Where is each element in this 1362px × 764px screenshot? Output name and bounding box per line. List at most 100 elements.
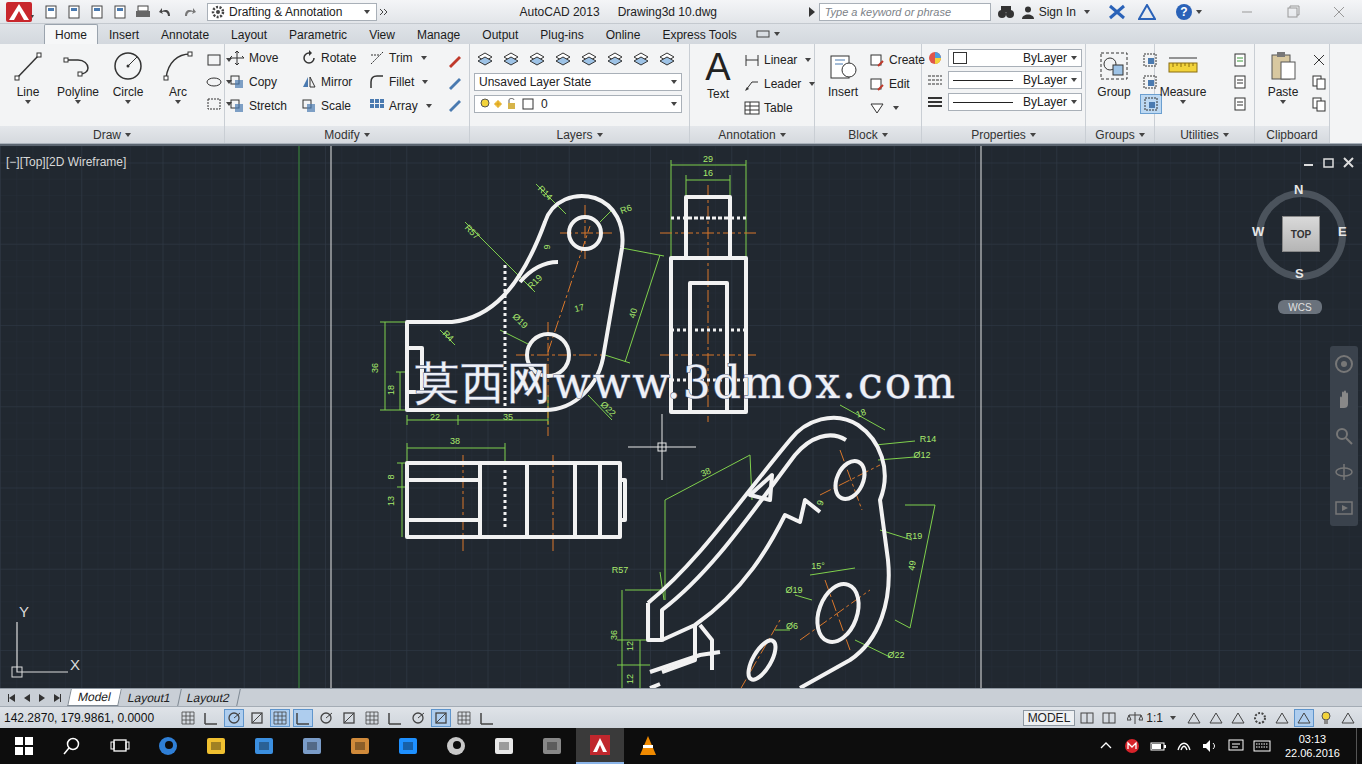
layout-tab[interactable]: Model <box>67 689 121 706</box>
minimize-icon[interactable] <box>1224 1 1270 23</box>
ucs-menu[interactable]: WCS <box>1278 300 1322 314</box>
ribbon-options[interactable] <box>748 24 788 44</box>
taskbar-app[interactable] <box>432 728 480 764</box>
layer-tool-button[interactable] <box>656 49 678 69</box>
taskbar-app[interactable] <box>528 728 576 764</box>
close-icon[interactable] <box>1316 1 1362 23</box>
ribbon-tab[interactable]: Home <box>44 24 98 44</box>
modify-tool[interactable]: Mirror <box>301 72 369 92</box>
utility-button[interactable] <box>1230 50 1250 70</box>
paste-tool[interactable]: Paste <box>1259 48 1307 104</box>
drafting-toggle[interactable] <box>293 709 313 727</box>
ribbon-tab[interactable]: Parametric <box>278 24 358 44</box>
dimension-text[interactable]: R14 <box>920 434 937 444</box>
annotation-tool[interactable]: Table <box>744 98 815 118</box>
viewport-label[interactable]: [−][Top][2D Wireframe] <box>6 155 126 169</box>
modify-tool[interactable]: Trim <box>369 48 441 68</box>
task-view-button[interactable] <box>96 728 144 764</box>
panel-title[interactable]: Annotation <box>690 126 814 143</box>
modify-extra-button[interactable] <box>445 72 465 92</box>
modify-tool[interactable]: Stretch <box>229 96 301 116</box>
expand-icon[interactable] <box>807 5 817 19</box>
drafting-toggle[interactable] <box>362 709 382 727</box>
text-tool[interactable]: A Text <box>694 48 742 101</box>
group-tool[interactable]: Group <box>1090 48 1138 99</box>
dimension-text[interactable]: R19 <box>906 531 923 541</box>
tray-icon[interactable] <box>1149 738 1167 754</box>
taskbar-app[interactable] <box>384 728 432 764</box>
layer-tool-button[interactable] <box>474 49 496 69</box>
tab-scroll-button[interactable] <box>51 692 63 704</box>
more-icon[interactable] <box>378 6 390 18</box>
taskbar-app[interactable] <box>480 728 528 764</box>
tray-icon[interactable] <box>1097 738 1115 754</box>
clipboard-button[interactable] <box>1309 94 1329 114</box>
modify-tool[interactable]: Copy <box>229 72 301 92</box>
quick-access-button[interactable] <box>63 1 85 23</box>
dimension-text[interactable]: 13 <box>386 496 396 506</box>
quick-access-button[interactable] <box>178 1 200 23</box>
navigation-button[interactable] <box>1332 388 1356 412</box>
status-tray-button[interactable] <box>1338 709 1358 727</box>
draw-tool[interactable]: Arc <box>154 48 202 104</box>
layer-tool-button[interactable] <box>630 49 652 69</box>
panel-title[interactable]: Draw <box>0 126 224 143</box>
sign-in-button[interactable]: Sign In <box>1021 5 1090 19</box>
view-button[interactable] <box>1099 709 1119 727</box>
cube-face[interactable]: TOP <box>1282 216 1320 252</box>
ribbon-tab[interactable]: View <box>358 24 406 44</box>
quick-access-button[interactable] <box>155 1 177 23</box>
draw-tool[interactable]: Line <box>4 48 52 104</box>
annotation-scale[interactable]: 1:1 <box>1121 711 1182 725</box>
layout-tab[interactable]: Layout1 <box>118 689 181 706</box>
dimension-text[interactable]: R6 <box>619 203 633 216</box>
ribbon-tab[interactable]: Manage <box>406 24 471 44</box>
property-dropdown[interactable]: ByLayer <box>948 71 1082 89</box>
status-tray-button[interactable] <box>1184 709 1204 727</box>
taskbar-app[interactable] <box>192 728 240 764</box>
modify-tool[interactable]: Rotate <box>301 48 369 68</box>
search-button[interactable] <box>48 728 96 764</box>
layer-tool-button[interactable] <box>604 49 626 69</box>
property-dropdown[interactable]: ByLayer <box>948 49 1082 67</box>
modify-tool[interactable]: Fillet <box>369 72 441 92</box>
search-field[interactable]: Type a keyword or phrase <box>819 3 991 21</box>
block-tool[interactable]: Create <box>869 50 925 70</box>
navigation-button[interactable] <box>1332 460 1356 484</box>
workspace-dropdown[interactable]: Drafting & Annotation <box>207 3 377 21</box>
viewport-controls[interactable] <box>1304 158 1353 167</box>
panel-title[interactable]: Modify <box>225 126 469 143</box>
dimension-text[interactable]: R4 <box>441 328 456 343</box>
drafting-toggle[interactable] <box>270 709 290 727</box>
status-tray-button[interactable] <box>1228 709 1248 727</box>
dimension-text[interactable]: 12 <box>625 674 635 684</box>
status-tray-button[interactable] <box>1250 709 1270 727</box>
view-button[interactable] <box>1077 709 1097 727</box>
dimension-text[interactable]: R19 <box>526 273 545 292</box>
ribbon-tab[interactable]: Express Tools <box>651 24 747 44</box>
modify-extra-button[interactable] <box>445 94 465 114</box>
property-icon[interactable] <box>926 94 944 110</box>
layer-tool-button[interactable] <box>526 49 548 69</box>
view-cube[interactable]: N S E W TOP WCS <box>1252 188 1348 320</box>
tray-icon[interactable] <box>1253 738 1271 754</box>
clipboard-button[interactable] <box>1309 50 1329 70</box>
dimension-text[interactable]: R57 <box>463 223 482 242</box>
quick-access-button[interactable] <box>109 1 131 23</box>
compass-east[interactable]: E <box>1338 224 1347 239</box>
model-space-button[interactable]: MODEL <box>1023 710 1076 726</box>
layout-tab[interactable]: Layout2 <box>178 689 241 706</box>
taskbar-app[interactable] <box>240 728 288 764</box>
dimension-text[interactable]: 36 <box>609 630 619 640</box>
ribbon-tab[interactable]: Layout <box>220 24 278 44</box>
dimension-text[interactable]: 22 <box>430 412 440 422</box>
connect-icon[interactable] <box>1138 4 1156 20</box>
dimension-text[interactable]: 8 <box>386 474 396 479</box>
taskbar-app[interactable] <box>336 728 384 764</box>
ribbon-tab[interactable]: Plug-ins <box>529 24 594 44</box>
property-icon[interactable] <box>926 72 944 88</box>
panel-title[interactable]: Groups <box>1086 126 1154 143</box>
draw-tool[interactable]: Polyline <box>54 48 102 104</box>
property-dropdown[interactable]: ByLayer <box>948 93 1082 111</box>
dimension-text[interactable]: Ø22 <box>887 650 904 660</box>
